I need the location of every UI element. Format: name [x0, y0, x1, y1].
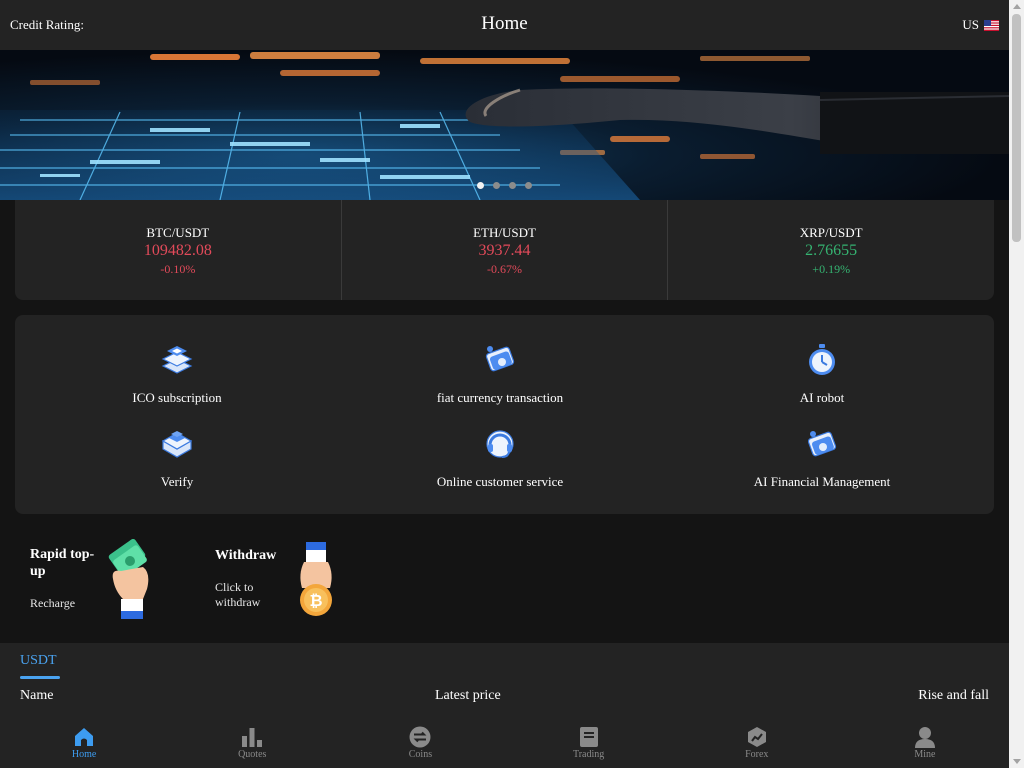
carousel-dots	[477, 182, 532, 189]
ticker-pair: XRP/USDT	[799, 225, 863, 240]
services-panel: ICO subscription fiat currency transacti…	[15, 315, 994, 514]
fiat-card-icon	[485, 346, 515, 372]
verify-stack-icon	[161, 431, 193, 458]
ticker-price: 3937.44	[478, 242, 531, 259]
forex-cube-icon	[747, 727, 766, 747]
quick-actions: Rapid top-up Recharge Withdraw Click to …	[0, 525, 1009, 643]
svg-text:₿: ₿	[309, 591, 322, 610]
carousel-dot-2[interactable]	[493, 182, 500, 189]
carousel-dot-1[interactable]	[477, 182, 484, 189]
nav-quotes[interactable]: Quotes	[168, 718, 336, 768]
service-customer-service[interactable]: Online customer service	[375, 426, 625, 490]
finance-card-icon	[807, 431, 837, 457]
hero-banner[interactable]	[0, 50, 1009, 200]
service-ai-financial[interactable]: AI Financial Management	[697, 426, 947, 490]
cash-hand-icon	[108, 539, 149, 619]
language-code: US	[962, 17, 979, 32]
nav-label: Coins	[408, 749, 433, 760]
bitcoin-hand-icon: ₿	[300, 542, 332, 616]
nav-home[interactable]: Home	[0, 718, 168, 768]
ticker-strip: BTC/USDT 109482.08 -0.10% ETH/USDT 3937.…	[15, 200, 994, 300]
home-icon	[75, 728, 94, 746]
vertical-scrollbar[interactable]	[1009, 0, 1024, 768]
nav-label: Forex	[745, 749, 769, 760]
column-rise-fall[interactable]: Rise and fall	[918, 688, 989, 704]
nav-label: Trading	[572, 749, 605, 760]
service-label: fiat currency transaction	[436, 390, 564, 405]
service-fiat-transaction[interactable]: fiat currency transaction	[375, 342, 625, 406]
swap-icon	[409, 726, 431, 748]
service-ai-robot[interactable]: AI robot	[697, 342, 947, 406]
ticker-change: -0.10%	[160, 262, 196, 276]
nav-mine[interactable]: Mine	[841, 718, 1009, 768]
ticker-pair: ETH/USDT	[473, 225, 536, 240]
topup-subtitle: Recharge	[30, 596, 76, 610]
topup-title: Rapid top-up	[30, 547, 95, 579]
ticker-price: 2.76655	[805, 242, 858, 259]
ticker-eth[interactable]: ETH/USDT 3937.44 -0.67%	[342, 200, 669, 300]
withdraw-title: Withdraw	[215, 548, 277, 563]
nav-label: Mine	[914, 749, 936, 760]
top-header: Credit Rating: Home US	[0, 0, 1009, 50]
ticker-change: -0.67%	[487, 262, 522, 276]
ticker-price: 109482.08	[143, 242, 212, 259]
ticker-change: +0.19%	[812, 262, 851, 276]
ticker-btc[interactable]: BTC/USDT 109482.08 -0.10%	[15, 200, 342, 300]
service-label: ICO subscription	[132, 390, 222, 405]
user-icon	[914, 727, 935, 748]
market-section: USDT Name Latest price Rise and fall	[0, 643, 1009, 718]
nav-trading[interactable]: Trading	[505, 718, 673, 768]
service-label: Verify	[160, 474, 194, 489]
service-label: Online customer service	[436, 474, 564, 489]
ico-stack-icon	[161, 346, 193, 374]
nav-label: Home	[71, 749, 97, 760]
bar-chart-icon	[242, 728, 263, 747]
carousel-dot-4[interactable]	[525, 182, 532, 189]
banner-image	[0, 52, 1009, 200]
tab-active-indicator	[20, 676, 60, 679]
nav-coins[interactable]: Coins	[336, 718, 504, 768]
language-selector[interactable]: US	[962, 17, 999, 33]
scrollbar-thumb[interactable]	[1012, 14, 1021, 242]
headset-icon	[486, 430, 514, 458]
ticker-pair: BTC/USDT	[146, 225, 210, 240]
column-name[interactable]: Name	[20, 688, 53, 704]
carousel-dot-3[interactable]	[509, 182, 516, 189]
stopwatch-icon	[809, 344, 835, 375]
column-latest-price[interactable]: Latest price	[435, 688, 501, 704]
service-ico-subscription[interactable]: ICO subscription	[52, 342, 302, 406]
page-title: Home	[481, 13, 528, 34]
app-root: Credit Rating: Home US BTC/USDT 109482.0…	[0, 0, 1009, 768]
service-verify[interactable]: Verify	[52, 426, 302, 490]
document-icon	[579, 727, 598, 747]
scroll-up-arrow-icon[interactable]	[1013, 4, 1021, 9]
scroll-down-arrow-icon[interactable]	[1013, 759, 1021, 764]
service-label: AI robot	[799, 390, 845, 405]
bottom-nav: Home Quotes Coins Trading Forex Mine	[0, 718, 1009, 768]
service-label: AI Financial Management	[753, 474, 891, 489]
withdraw-subtitle: Click to withdraw	[215, 580, 261, 609]
ticker-xrp[interactable]: XRP/USDT 2.76655 +0.19%	[668, 200, 994, 300]
nav-label: Quotes	[238, 749, 267, 760]
nav-forex[interactable]: Forex	[673, 718, 841, 768]
tab-usdt[interactable]: USDT	[20, 653, 57, 669]
us-flag-icon	[984, 19, 999, 31]
